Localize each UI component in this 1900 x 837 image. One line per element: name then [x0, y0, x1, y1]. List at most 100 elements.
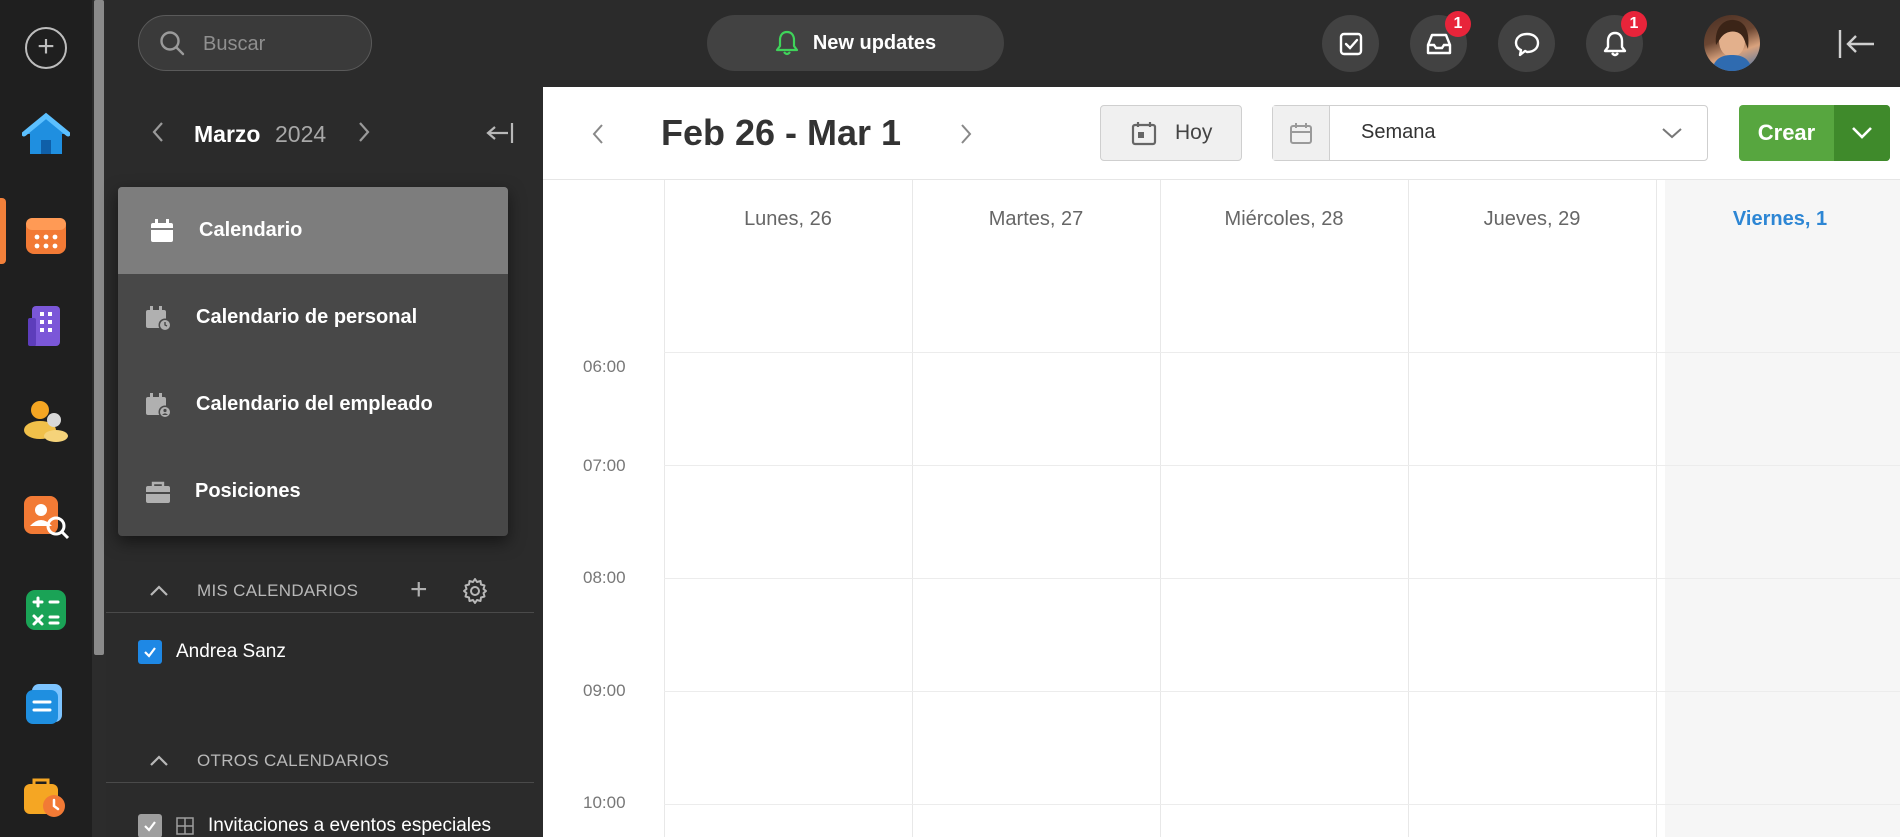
user-avatar[interactable] [1704, 15, 1760, 71]
calendar-type-menu: Calendario Calendario de personal Calend… [118, 187, 508, 536]
calendar-icon [151, 218, 173, 242]
grid-icon [176, 817, 194, 835]
documents-app-icon[interactable] [22, 680, 70, 728]
calendar-entry-label: Invitaciones a eventos especiales [208, 815, 492, 836]
chevron-up-icon[interactable] [148, 752, 170, 768]
next-month-icon[interactable] [352, 117, 376, 147]
create-dropdown-button[interactable] [1834, 105, 1890, 161]
view-select[interactable]: Semana [1272, 105, 1708, 161]
day-header-thursday[interactable]: Jueves, 29 [1408, 208, 1656, 231]
create-button-group: Crear [1739, 105, 1890, 161]
week-grid: Lunes, 26 Martes, 27 Miércoles, 28 Jueve… [543, 180, 1900, 837]
gear-icon[interactable] [461, 577, 489, 605]
briefcase-icon [146, 481, 170, 503]
top-bar: New updates 1 1 [106, 0, 1900, 87]
check-icon [144, 647, 156, 658]
inbox-icon [1426, 33, 1451, 54]
time-label: 07:00 [583, 456, 626, 475]
people-app-icon[interactable] [22, 396, 70, 444]
hour-line [664, 465, 1900, 466]
today-button[interactable]: Hoy [1100, 105, 1242, 161]
chevron-up-icon[interactable] [148, 582, 170, 598]
menu-item-calendario-del-empleado[interactable]: Calendario del empleado [118, 361, 508, 448]
calendar-entry-invitaciones[interactable]: Invitaciones a eventos especiales [138, 811, 491, 837]
inbox-button[interactable]: 1 [1410, 11, 1471, 72]
calculator-app-icon[interactable] [22, 586, 70, 634]
tasks-button[interactable] [1322, 15, 1379, 72]
search-box[interactable] [138, 15, 372, 71]
rail-scrollbar-thumb[interactable] [94, 0, 104, 655]
day-header-tuesday[interactable]: Martes, 27 [912, 208, 1160, 231]
calendar-entry-label: Andrea Sanz [176, 641, 286, 662]
collapse-sidebar-icon[interactable] [486, 119, 516, 147]
hour-line [664, 578, 1900, 579]
hour-line [664, 691, 1900, 692]
collapse-panel-icon[interactable] [1836, 24, 1876, 64]
today-label: Hoy [1175, 121, 1213, 144]
new-updates-button[interactable]: New updates [707, 15, 1004, 71]
calendar-checkbox[interactable] [138, 814, 162, 837]
chevron-down-icon [1852, 127, 1872, 139]
time-label: 08:00 [583, 568, 626, 587]
new-updates-label: New updates [812, 31, 937, 54]
view-select-value: Semana [1361, 121, 1436, 143]
bell-icon [1603, 31, 1626, 56]
prev-month-icon[interactable] [146, 117, 170, 147]
notifications-button[interactable]: 1 [1586, 11, 1647, 72]
day-header-friday[interactable]: Viernes, 1 [1656, 208, 1900, 231]
column-divider [1160, 180, 1161, 837]
calendar-toolbar: Feb 26 - Mar 1 Hoy Semana Crear [543, 87, 1900, 180]
time-tracking-app-icon[interactable] [22, 774, 70, 822]
section-divider [106, 782, 534, 783]
today-column [1665, 180, 1900, 837]
column-divider [1656, 180, 1657, 837]
menu-item-label: Calendario [199, 219, 303, 241]
month-label: Marzo [194, 121, 261, 147]
column-divider [1408, 180, 1409, 837]
date-range-title: Feb 26 - Mar 1 [661, 112, 902, 153]
add-calendar-button[interactable]: + [410, 572, 428, 608]
search-input[interactable] [203, 28, 353, 60]
day-header-monday[interactable]: Lunes, 26 [664, 208, 912, 231]
check-icon [144, 821, 156, 832]
chat-button[interactable] [1498, 15, 1555, 72]
hour-line [664, 804, 1900, 805]
menu-item-posiciones[interactable]: Posiciones [118, 448, 508, 535]
home-app-icon[interactable] [21, 112, 71, 160]
section-title: MIS CALENDARIOS [197, 581, 359, 600]
bell-icon [775, 30, 798, 56]
add-app-button[interactable]: + [25, 27, 67, 69]
menu-item-calendario-de-personal[interactable]: Calendario de personal [118, 274, 508, 361]
checkbox-task-icon [1339, 32, 1362, 55]
building-app-icon[interactable] [22, 302, 70, 350]
calendar-app-icon[interactable] [22, 210, 70, 258]
notifications-badge: 1 [1621, 11, 1647, 37]
next-week-icon[interactable] [953, 120, 977, 148]
year-label: 2024 [275, 121, 327, 147]
calendar-entry-andrea-sanz[interactable]: Andrea Sanz [138, 637, 286, 667]
search-icon [160, 31, 185, 56]
active-app-indicator [0, 198, 6, 264]
column-divider [664, 180, 665, 837]
calendar-icon [1131, 122, 1157, 146]
column-divider [912, 180, 913, 837]
my-calendars-header: MIS CALENDARIOS + [106, 572, 543, 612]
calendar-clock-icon [146, 305, 172, 331]
time-label: 09:00 [583, 681, 626, 700]
chat-bubble-icon [1514, 32, 1539, 56]
calendar-checkbox[interactable] [138, 640, 162, 664]
create-button[interactable]: Crear [1739, 105, 1834, 161]
prev-week-icon[interactable] [587, 120, 611, 148]
calendar-icon [1290, 123, 1312, 144]
inbox-badge: 1 [1445, 11, 1471, 37]
rail-scrollbar[interactable] [92, 0, 106, 837]
section-divider [106, 612, 534, 613]
recruiting-app-icon[interactable] [22, 492, 70, 540]
hour-line [664, 352, 1900, 353]
calendar-person-icon [146, 392, 172, 418]
menu-item-calendario[interactable]: Calendario [118, 187, 508, 274]
menu-item-label: Calendario del empleado [196, 393, 433, 415]
app-rail: + [0, 0, 92, 837]
day-header-wednesday[interactable]: Miércoles, 28 [1160, 208, 1408, 231]
section-title: OTROS CALENDARIOS [197, 751, 390, 770]
